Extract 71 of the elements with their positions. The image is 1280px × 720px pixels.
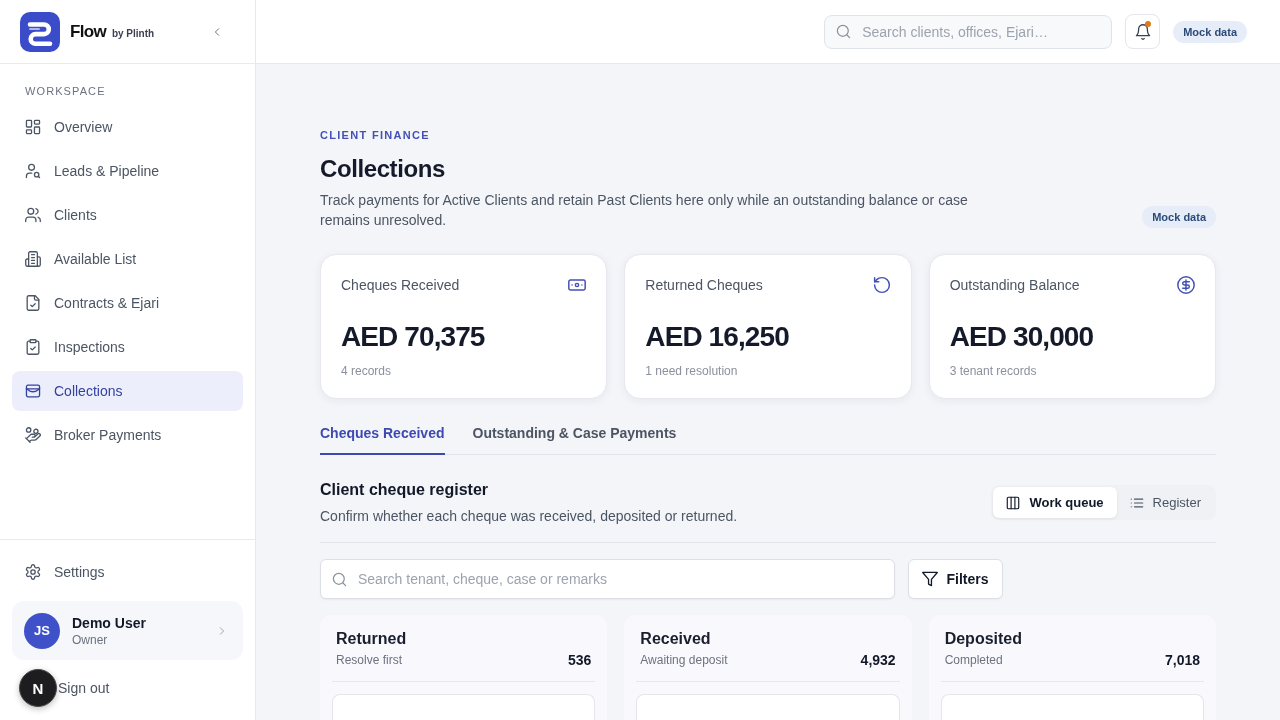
tab[interactable]: Outstanding & Case Payments [472, 423, 677, 455]
column-title: Received [640, 629, 711, 649]
section-subtitle: Confirm whether each cheque was received, deposited or returned. [320, 507, 738, 526]
nav-item[interactable]: Contracts & Ejari [12, 283, 243, 323]
tab[interactable]: Cheques Received [320, 423, 445, 455]
column-subtitle: Resolve first [336, 652, 403, 668]
stat-value: AED 16,250 [645, 320, 789, 354]
nav-item[interactable]: Inspections [12, 327, 243, 367]
search-icon [836, 24, 852, 39]
building-icon [25, 251, 41, 267]
bell-icon [1134, 23, 1151, 40]
nav-item[interactable]: Overview [12, 107, 243, 147]
page-title: Collections [320, 154, 445, 184]
stat-note: 4 records [341, 363, 392, 379]
logo-icon [20, 11, 60, 52]
column-subtitle: Awaiting deposit [640, 652, 728, 668]
stat-value: AED 30,000 [949, 320, 1094, 354]
cheque-card[interactable] [636, 694, 900, 720]
undo-arrow-icon [872, 276, 891, 294]
column-count: 7,018 [1164, 651, 1200, 669]
column-count: 4,932 [860, 651, 896, 669]
nav-item[interactable]: Broker Payments [12, 415, 243, 455]
stat-label: Outstanding Balance [949, 276, 1080, 295]
view-option[interactable]: Register [1116, 487, 1214, 518]
stat-note: 1 need resolution [645, 363, 738, 379]
mock-data-badge: Mock data [1173, 20, 1247, 43]
settings-item[interactable]: Settings [12, 552, 243, 592]
mock-data-badge: Mock data [1142, 206, 1216, 228]
stat-value: AED 70,375 [341, 320, 485, 354]
view-option[interactable]: Work queue [993, 487, 1117, 518]
stat-label: Cheques Received [341, 276, 460, 295]
search-field[interactable]: Search clients, offices, Ejari… [824, 14, 1113, 49]
grid-icon [25, 119, 41, 135]
stat-note: 3 tenant records [949, 363, 1037, 379]
user-name: Demo User [72, 613, 146, 632]
search-field[interactable]: Search tenant, cheque, case or remarks [320, 559, 895, 599]
brand-name: Flow [70, 21, 106, 42]
nav-item[interactable]: Collections [12, 371, 243, 411]
user-role: Owner [72, 631, 108, 648]
users-icon [25, 207, 41, 223]
brand-tagline: by Plinth [111, 27, 155, 39]
stat-label: Returned Cheques [645, 276, 763, 295]
nav-item[interactable]: Available List [12, 239, 243, 279]
cheque-card[interactable] [940, 694, 1204, 720]
dollar-circle-icon [1177, 276, 1195, 294]
nav-item[interactable]: Leads & Pipeline [12, 151, 243, 191]
column-title: Deposited [944, 629, 1022, 649]
nav-item[interactable]: Clients [12, 195, 243, 235]
page-description: Track payments for Active Clients and retain Past Clients here only while an outstanding balance or case remains unresolved. [320, 191, 969, 230]
banknote-icon [568, 276, 587, 294]
search-icon [332, 571, 347, 587]
column-subtitle: Completed [944, 652, 1003, 668]
sign-out-link[interactable]: Sign out [58, 668, 110, 708]
column-count: 536 [567, 651, 592, 669]
avatar: JS [24, 612, 60, 649]
cheque-card[interactable] [332, 694, 596, 720]
user-search-icon [25, 163, 41, 179]
hand-coins-icon [25, 427, 41, 443]
filters-button[interactable]: Filters [908, 559, 1003, 599]
clipboard-check-icon [25, 339, 41, 355]
document-check-icon [25, 295, 41, 311]
column-title: Returned [336, 629, 407, 649]
user-card[interactable]: JS Demo User Owner [12, 601, 243, 660]
section-label: WORKSPACE [24, 84, 106, 98]
settings-icon [25, 564, 41, 580]
notifications-button[interactable] [1125, 14, 1161, 49]
tray-icon [25, 383, 41, 399]
filter-icon [922, 571, 939, 587]
columns-icon [1006, 495, 1021, 510]
section-title: Client cheque register [320, 480, 489, 500]
page-eyebrow: CLIENT FINANCE [320, 128, 430, 142]
